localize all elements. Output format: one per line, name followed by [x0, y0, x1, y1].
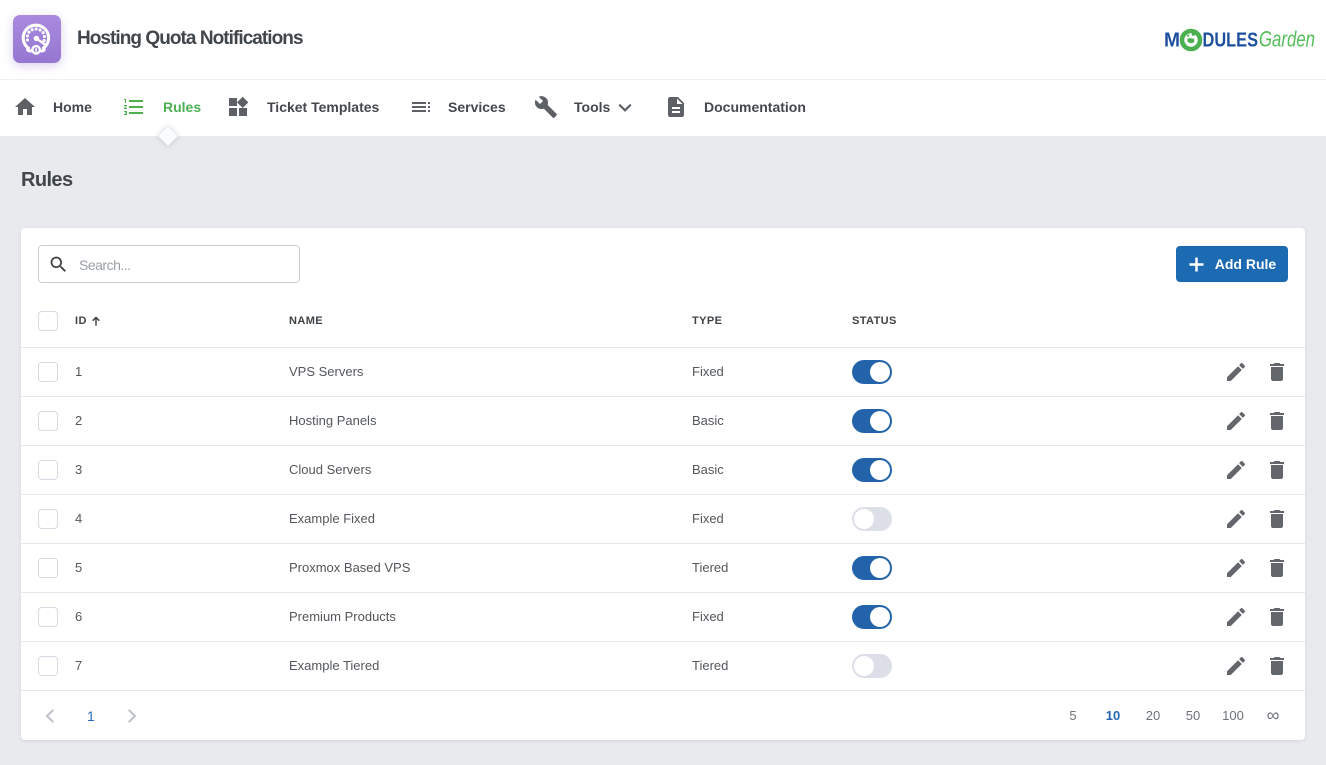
svg-text:M: M [1164, 29, 1180, 52]
svg-text:DULES: DULES [1203, 29, 1259, 52]
svg-text:Garden: Garden [1259, 27, 1315, 52]
